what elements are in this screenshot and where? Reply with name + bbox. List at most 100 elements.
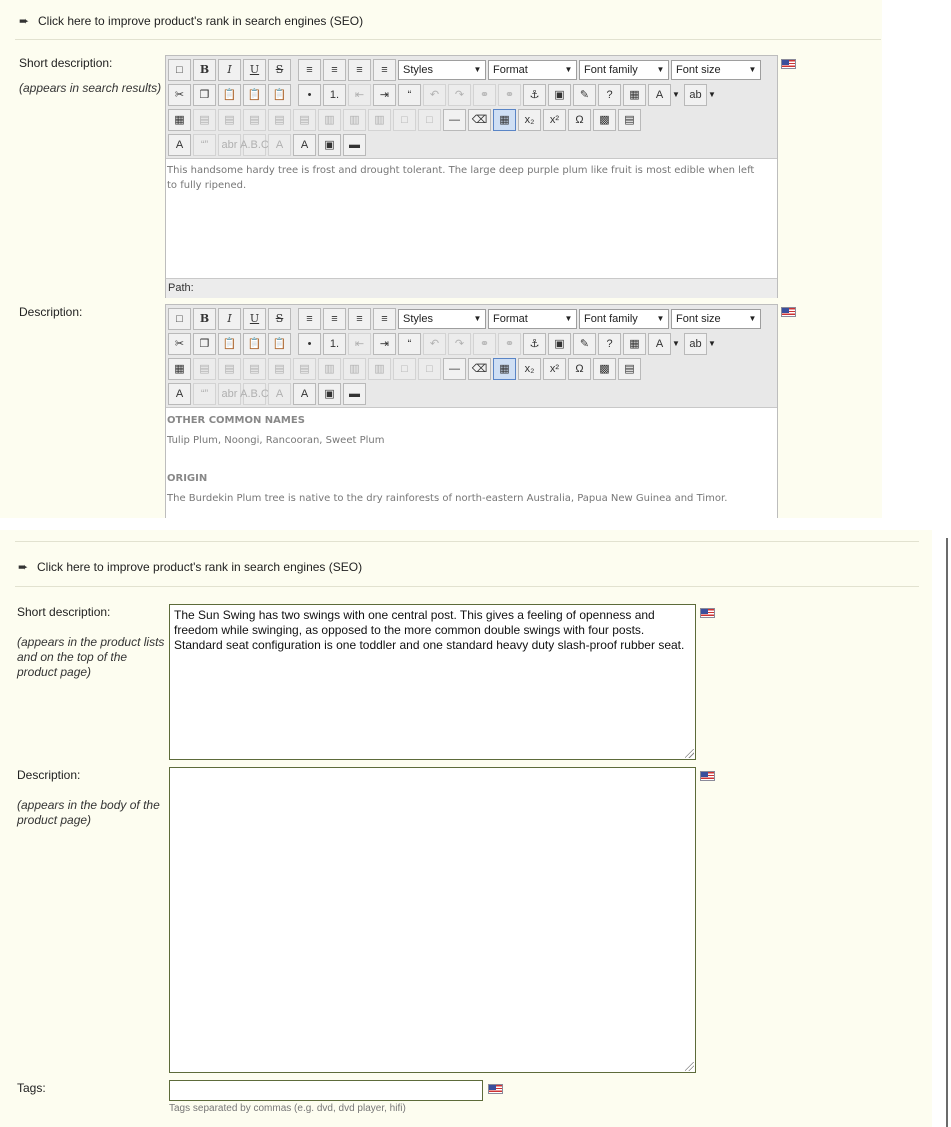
style-props-icon[interactable]: A: [168, 382, 191, 405]
superscript-icon[interactable]: x²: [543, 108, 566, 131]
special-char-icon[interactable]: Ω: [568, 108, 591, 131]
unlink-icon[interactable]: ⚭: [498, 332, 521, 355]
bold-button[interactable]: B: [193, 58, 216, 81]
visual-aid-icon[interactable]: ▦: [493, 357, 516, 380]
delete-col-icon[interactable]: ▥: [368, 108, 391, 131]
delete-row-icon[interactable]: ▤: [293, 108, 316, 131]
highlight-color-icon[interactable]: ab: [684, 83, 707, 106]
acronym-icon[interactable]: A.B.C: [240, 382, 269, 405]
insert-layer-icon[interactable]: ▤: [618, 357, 641, 380]
anchor-icon[interactable]: ⚓: [523, 332, 546, 355]
redo-icon[interactable]: ↷: [448, 332, 471, 355]
strikethrough-button[interactable]: S: [268, 307, 291, 330]
format-select[interactable]: Format ▼: [488, 308, 577, 329]
cleanup-icon[interactable]: ✎: [573, 83, 596, 106]
undo-icon[interactable]: ↶: [423, 332, 446, 355]
align-justify-icon[interactable]: ≡: [373, 307, 396, 330]
link-icon[interactable]: ⚭: [473, 83, 496, 106]
ins-icon[interactable]: A: [293, 382, 316, 405]
paste-word-icon[interactable]: 📋: [268, 83, 291, 106]
description-content[interactable]: OTHER COMMON NAMES Tulip Plum, Noongi, R…: [166, 408, 777, 510]
remove-format-icon[interactable]: ⌫: [468, 357, 491, 380]
font-color-dropdown-icon[interactable]: ▼: [671, 84, 681, 106]
highlight-dropdown-icon[interactable]: ▼: [707, 333, 717, 355]
font-color-icon[interactable]: A: [648, 332, 671, 355]
insert-layer-icon[interactable]: ▤: [618, 108, 641, 131]
short-description-content[interactable]: This handsome hardy tree is frost and dr…: [166, 159, 777, 278]
us-flag-icon[interactable]: [700, 608, 715, 618]
subscript-icon[interactable]: x₂: [518, 108, 541, 131]
tags-input[interactable]: [169, 1080, 483, 1101]
paste-icon[interactable]: 📋: [218, 83, 241, 106]
italic-button[interactable]: I: [218, 307, 241, 330]
us-flag-icon[interactable]: [781, 307, 796, 317]
us-flag-icon[interactable]: [700, 771, 715, 781]
styles-select[interactable]: Styles ▼: [398, 59, 486, 80]
resize-grip-icon[interactable]: [685, 749, 694, 758]
insert-row-before-icon[interactable]: ▤: [243, 357, 266, 380]
insert-row-before-icon[interactable]: ▤: [243, 108, 266, 131]
copy-icon[interactable]: ❐: [193, 83, 216, 106]
indent-icon[interactable]: ⇥: [373, 332, 396, 355]
delete-col-icon[interactable]: ▥: [368, 357, 391, 380]
split-cells-icon[interactable]: □: [393, 108, 416, 131]
row-props-icon[interactable]: ▤: [193, 357, 216, 380]
insert-col-before-icon[interactable]: ▥: [318, 108, 341, 131]
numbered-list-icon[interactable]: 1.: [323, 83, 346, 106]
new-document-icon[interactable]: □: [168, 307, 191, 330]
underline-button[interactable]: U: [243, 58, 266, 81]
align-left-icon[interactable]: ≡: [298, 307, 321, 330]
anchor-icon[interactable]: ⚓: [523, 83, 546, 106]
cite-icon[interactable]: “”: [193, 133, 216, 156]
format-select[interactable]: Format ▼: [488, 59, 577, 80]
del-icon[interactable]: A: [268, 382, 291, 405]
html-code-icon[interactable]: ▦: [623, 332, 646, 355]
outdent-icon[interactable]: ⇤: [348, 83, 371, 106]
insert-row-after-icon[interactable]: ▤: [268, 357, 291, 380]
merge-cells-icon[interactable]: □: [418, 108, 441, 131]
bullet-list-icon[interactable]: •: [298, 332, 321, 355]
copy-icon[interactable]: ❐: [193, 332, 216, 355]
ins-icon[interactable]: A: [293, 133, 316, 156]
special-char-icon[interactable]: Ω: [568, 357, 591, 380]
resize-grip-icon[interactable]: [685, 1062, 694, 1071]
align-left-icon[interactable]: ≡: [298, 58, 321, 81]
align-right-icon[interactable]: ≡: [348, 307, 371, 330]
abbr-icon[interactable]: abr: [218, 133, 241, 156]
font-color-icon[interactable]: A: [648, 83, 671, 106]
html-code-icon[interactable]: ▦: [623, 83, 646, 106]
media-icon[interactable]: ▩: [593, 357, 616, 380]
font-size-select[interactable]: Font size ▼: [671, 59, 761, 80]
us-flag-icon[interactable]: [781, 59, 796, 69]
cell-props-icon[interactable]: ▤: [218, 357, 241, 380]
image-icon[interactable]: ▣: [548, 332, 571, 355]
paste-word-icon[interactable]: 📋: [268, 332, 291, 355]
cell-props-icon[interactable]: ▤: [218, 108, 241, 131]
paste-icon[interactable]: 📋: [218, 332, 241, 355]
insert-col-before-icon[interactable]: ▥: [318, 357, 341, 380]
attributes-icon[interactable]: ▣: [318, 133, 341, 156]
image-icon[interactable]: ▣: [548, 83, 571, 106]
horizontal-rule-icon[interactable]: —: [443, 357, 466, 380]
outdent-icon[interactable]: ⇤: [348, 332, 371, 355]
help-icon[interactable]: ?: [598, 83, 621, 106]
paste-text-icon[interactable]: 📋: [243, 83, 266, 106]
cite-icon[interactable]: “”: [193, 382, 216, 405]
seo-link-bottom[interactable]: ➨ Click here to improve product's rank i…: [18, 560, 362, 574]
delete-row-icon[interactable]: ▤: [293, 357, 316, 380]
font-size-select[interactable]: Font size ▼: [671, 308, 761, 329]
insert-row-after-icon[interactable]: ▤: [268, 108, 291, 131]
blockquote-icon[interactable]: “: [398, 332, 421, 355]
align-justify-icon[interactable]: ≡: [373, 58, 396, 81]
split-cells-icon[interactable]: □: [393, 357, 416, 380]
strikethrough-button[interactable]: S: [268, 58, 291, 81]
description-textarea[interactable]: [169, 767, 696, 1073]
row-props-icon[interactable]: ▤: [193, 108, 216, 131]
italic-button[interactable]: I: [218, 58, 241, 81]
horizontal-rule-icon[interactable]: —: [443, 108, 466, 131]
cleanup-icon[interactable]: ✎: [573, 332, 596, 355]
unlink-icon[interactable]: ⚭: [498, 83, 521, 106]
bold-button[interactable]: B: [193, 307, 216, 330]
superscript-icon[interactable]: x²: [543, 357, 566, 380]
font-family-select[interactable]: Font family ▼: [579, 59, 669, 80]
